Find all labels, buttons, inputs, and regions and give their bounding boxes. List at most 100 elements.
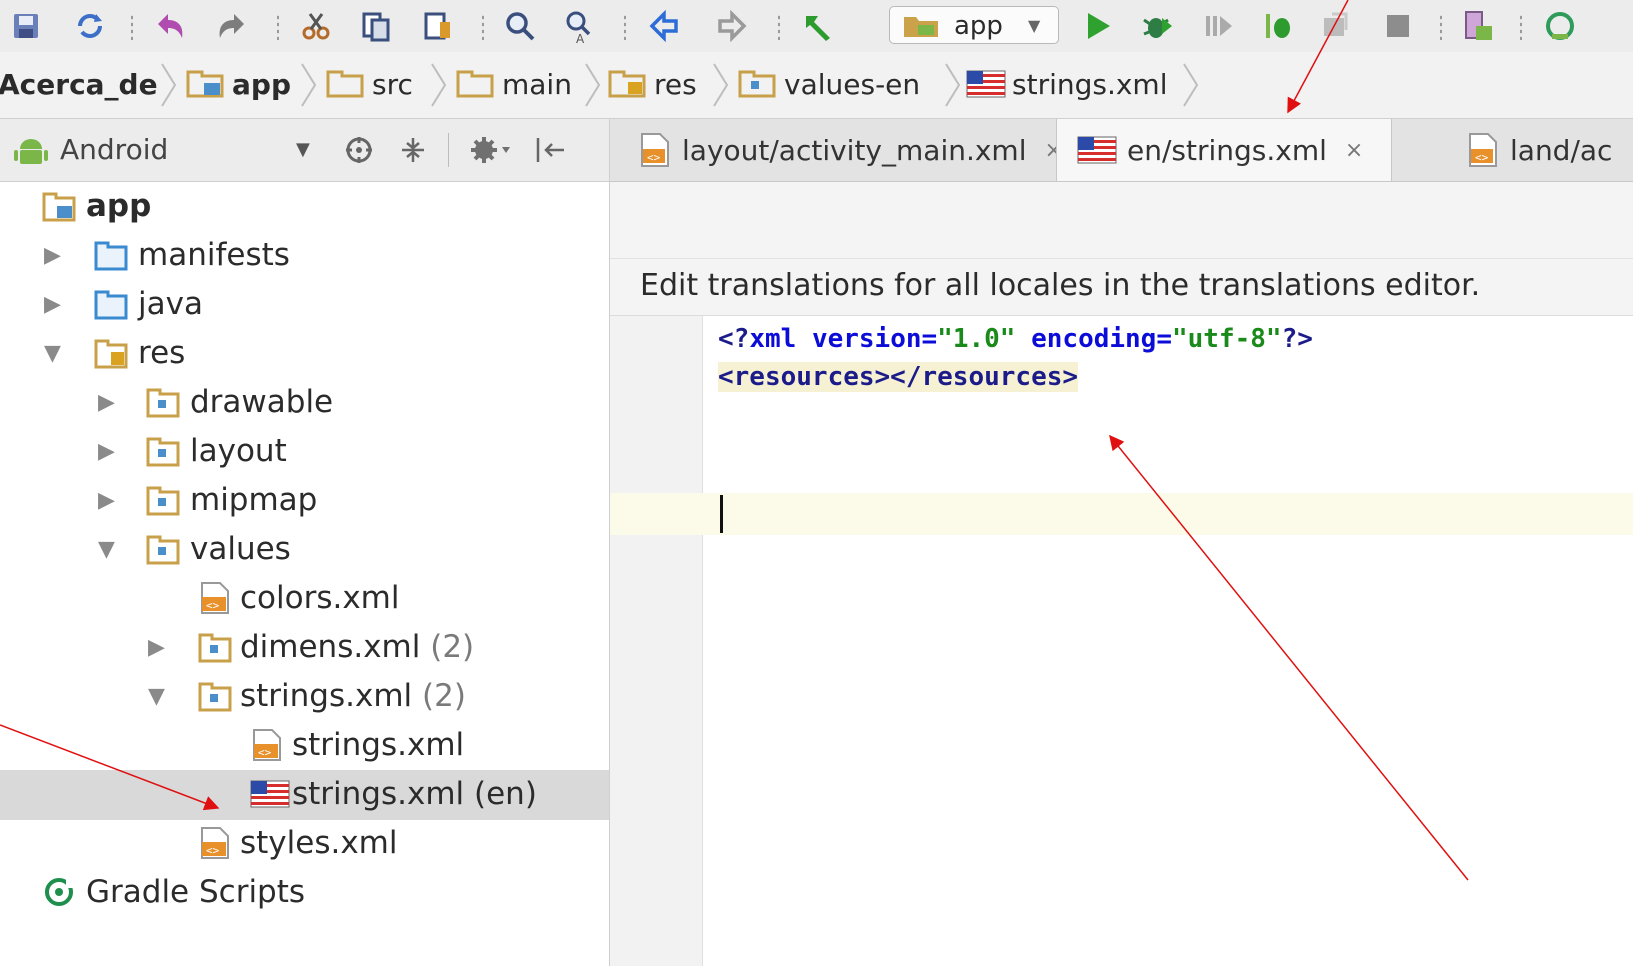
run-configuration-dropdown[interactable]: app ▼ [889,6,1059,44]
scroll-from-source-icon[interactable] [344,135,374,165]
svg-text:<>: <> [206,844,220,857]
tab-layout-activity-main[interactable]: <> layout/activity_main.xml × [640,119,1063,181]
expand-arrow-icon[interactable]: ▶ [98,439,115,464]
chevron-down-icon[interactable]: ▼ [296,139,310,160]
hide-panel-icon[interactable] [534,135,568,165]
android-studio-window: A app ▼ Acerca_de app src main res value… [0,0,1633,966]
gear-icon[interactable] [470,135,514,165]
sync-icon[interactable] [72,8,108,44]
svg-text:<>: <> [1475,151,1489,164]
tree-item-styles-xml[interactable]: <> styles.xml [0,819,609,869]
replace-icon[interactable]: A [562,8,598,44]
back-icon[interactable] [646,8,682,44]
expand-arrow-icon[interactable]: ▶ [98,390,115,415]
svg-text:<>: <> [206,599,220,612]
tree-label: java [138,286,203,322]
toolbar-separator [778,14,780,40]
android-module-icon [904,17,938,37]
breadcrumb-label: values-en [784,67,921,101]
tree-item-strings-xml-default[interactable]: <> strings.xml [0,721,609,771]
copy-icon[interactable] [358,8,394,44]
tree-item-java[interactable]: ▶ java [0,280,609,330]
breadcrumb-item-res[interactable]: res [608,62,697,106]
save-icon[interactable] [8,8,44,44]
tree-label: res [138,335,186,371]
tab-land-activity[interactable]: <> land/ac [1468,119,1612,181]
current-line-highlight [610,493,1633,535]
redo-icon[interactable] [214,8,250,44]
us-flag-icon [1077,136,1117,164]
code-token: <? [718,324,750,354]
expand-arrow-icon[interactable]: ▶ [44,292,61,317]
package-folder-icon [146,437,180,467]
tree-label: strings.xml [240,678,413,714]
tab-en-strings-xml[interactable]: en/strings.xml × [1056,119,1392,181]
toolbar-separator [1520,14,1522,40]
tree-count: (2) [422,678,466,714]
breadcrumb-item-strings-xml[interactable]: strings.xml [966,62,1168,106]
tree-item-drawable[interactable]: ▶ drawable [0,378,609,428]
us-flag-icon [966,70,1006,98]
editor-tab-bar: <> layout/activity_main.xml × en/strings… [610,119,1633,182]
stop-icon[interactable] [1380,8,1416,44]
tab-label: land/ac [1510,133,1613,167]
collapse-arrow-icon[interactable]: ▼ [44,341,61,366]
breadcrumb-label: res [654,67,697,101]
cut-icon[interactable] [298,8,334,44]
tree-item-strings-xml-en[interactable]: strings.xml (en) [0,770,609,820]
debug-icon[interactable] [1140,8,1176,44]
close-icon[interactable]: × [1345,138,1363,163]
tree-item-mipmap[interactable]: ▶ mipmap [0,476,609,526]
tree-item-dimens-xml[interactable]: ▶ dimens.xml (2) [0,623,609,673]
attach-debugger-icon[interactable] [1200,8,1236,44]
code-token: encoding [1031,324,1157,354]
breadcrumb-separator [161,63,177,107]
make-project-icon[interactable] [800,8,836,44]
collapse-arrow-icon[interactable]: ▼ [98,537,115,562]
collapse-arrow-icon[interactable]: ▼ [148,684,165,709]
breadcrumb-item-app[interactable]: app [186,62,291,106]
code-line-resources[interactable]: <resources></resources> [718,362,1079,392]
breadcrumb-separator [713,63,729,107]
expand-arrow-icon[interactable]: ▶ [44,243,61,268]
tree-item-layout[interactable]: ▶ layout [0,427,609,477]
breadcrumb-item-values-en[interactable]: values-en [738,62,920,106]
tree-label: drawable [190,384,334,420]
breadcrumb-item-src[interactable]: src [326,62,413,106]
find-icon[interactable] [502,8,538,44]
tree-item-values[interactable]: ▼ values [0,525,609,575]
avd-manager-icon[interactable] [1460,8,1496,44]
android-debug-icon[interactable] [1260,8,1296,44]
project-view-selector[interactable]: Android [60,133,168,166]
run-icon[interactable] [1080,8,1116,44]
package-folder-icon [146,535,180,565]
forward-icon[interactable] [714,8,750,44]
breadcrumb-item-project[interactable]: Acerca_de [0,62,158,106]
toolbar-separator [482,14,484,40]
module-folder-icon [186,70,224,98]
folder-icon [94,290,128,320]
expand-arrow-icon[interactable]: ▶ [148,635,165,660]
breadcrumb-separator [585,63,601,107]
xml-file-icon: <> [201,582,229,614]
package-folder-icon [738,70,776,98]
sdk-manager-icon[interactable] [1542,8,1578,44]
tree-item-res[interactable]: ▼ res [0,329,609,379]
breadcrumb-item-main[interactable]: main [456,62,572,106]
paste-icon[interactable] [420,8,456,44]
tree-item-colors-xml[interactable]: <> colors.xml [0,574,609,624]
toolbar-separator [624,14,626,40]
tree-label: values [190,531,291,567]
tree-item-gradle-scripts[interactable]: Gradle Scripts [0,868,609,918]
text-caret [720,495,723,533]
gradle-sync-icon[interactable] [1318,8,1354,44]
expand-arrow-icon[interactable]: ▶ [98,488,115,513]
us-flag-icon [250,780,290,808]
code-line-xml-declaration[interactable]: <?xml version="1.0" encoding="utf-8"?> [718,324,1313,354]
tree-item-app[interactable]: app [0,182,609,232]
tree-item-strings-xml-group[interactable]: ▼ strings.xml (2) [0,672,609,722]
undo-icon[interactable] [152,8,188,44]
collapse-all-icon[interactable] [398,135,428,165]
tree-item-manifests[interactable]: ▶ manifests [0,231,609,281]
translations-editor-notification[interactable]: Edit translations for all locales in the… [610,259,1633,316]
